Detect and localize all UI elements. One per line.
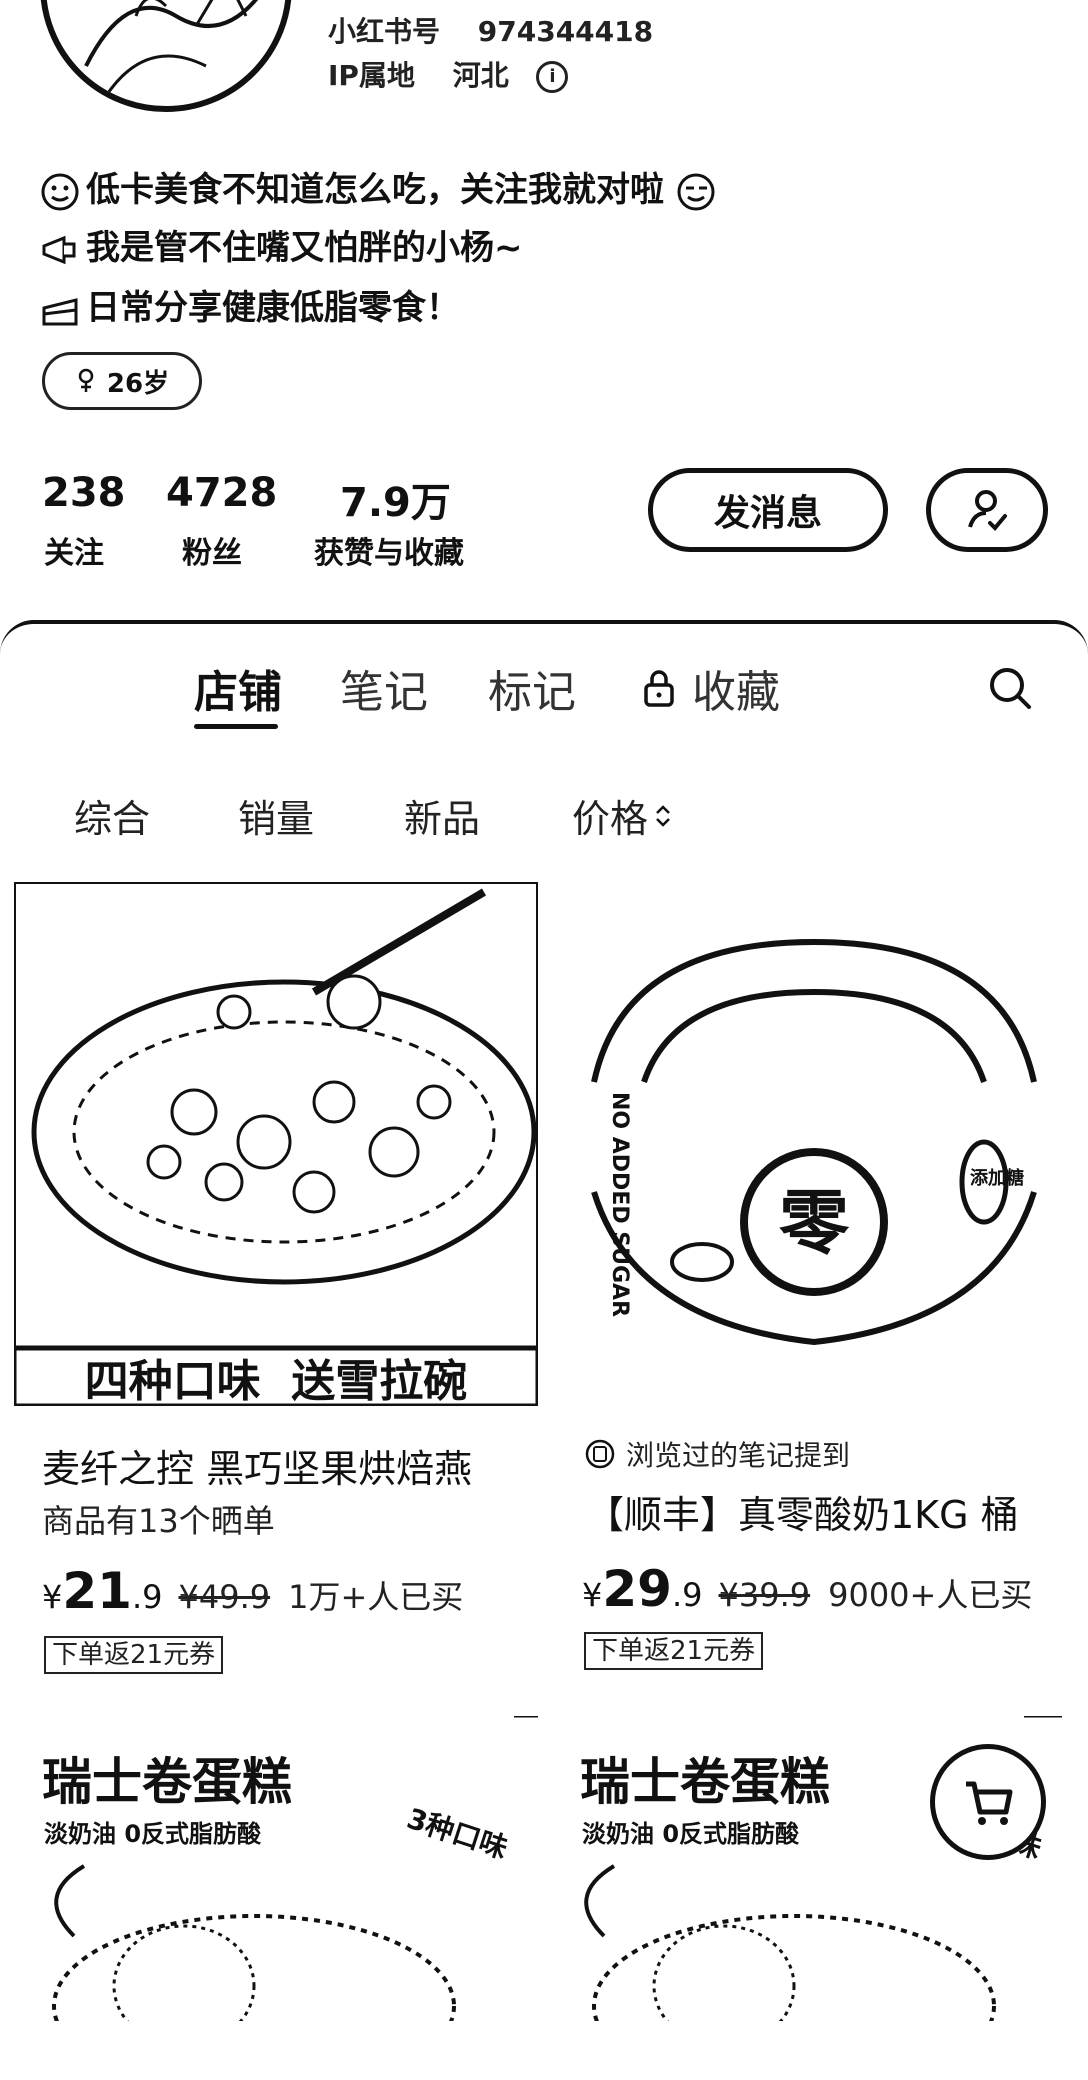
product-image-1[interactable]: 四种口味 送雪拉碗 bbox=[14, 882, 538, 1406]
coupon-badge-2: 下单返21元券 bbox=[584, 1632, 764, 1670]
product-title-1[interactable]: 麦纤之控 黑巧坚果烘焙燕 bbox=[42, 1438, 472, 1493]
stat-followers-label[interactable]: 粉丝 bbox=[182, 528, 242, 572]
stat-likes-label[interactable]: 获赞与收藏 bbox=[314, 528, 464, 572]
info-icon[interactable]: i bbox=[536, 61, 569, 93]
age-tag: 26岁 bbox=[42, 352, 202, 410]
svg-text:零: 零 bbox=[779, 1182, 850, 1264]
product-reviews-1: 商品有13个晒单 bbox=[42, 1502, 275, 1540]
product-image-2[interactable]: 零 NO ADDED SUGAR 添加糖 bbox=[564, 882, 1074, 1406]
gender-icon bbox=[78, 368, 94, 392]
smile-emoji-icon bbox=[41, 173, 79, 210]
sort-comprehensive[interactable]: 综合 bbox=[74, 788, 150, 843]
add-to-cart-button[interactable] bbox=[930, 1744, 1046, 1860]
avatar[interactable] bbox=[40, 0, 292, 112]
product-image-3-sub: 淡奶油 0反式脂肪酸 bbox=[44, 1820, 262, 1848]
follow-button[interactable] bbox=[926, 468, 1048, 552]
bio-line-3: 日常分享健康低脂零食！ bbox=[40, 280, 460, 330]
product-image-3-title: 瑞士卷蛋糕 bbox=[42, 1753, 292, 1811]
note-mention-icon bbox=[585, 1439, 615, 1469]
stat-likes-count[interactable]: 7.9万 bbox=[340, 470, 451, 528]
tab-notes[interactable]: 笔记 bbox=[340, 656, 428, 720]
no-added-sugar-label: NO ADDED SUGAR bbox=[607, 1092, 632, 1318]
avatar-sketch bbox=[84, 0, 258, 97]
active-tab-indicator bbox=[194, 724, 278, 729]
yogurt-tub-illustration: 零 bbox=[591, 938, 1037, 1346]
cart-icon bbox=[966, 1781, 1013, 1825]
megaphone-icon bbox=[42, 235, 76, 264]
tab-favorites[interactable]: 收藏 bbox=[642, 656, 780, 720]
bio-line-1: 低卡美食不知道怎么吃，关注我就对啦 bbox=[40, 162, 722, 212]
user-check-icon bbox=[968, 490, 1007, 531]
stat-following-count[interactable]: 238 bbox=[42, 470, 126, 516]
product-image-3[interactable]: 瑞士卷蛋糕 淡奶油 0反式脂肪酸 3种口味 bbox=[14, 1716, 538, 2021]
cake-icon bbox=[42, 297, 78, 325]
coupon-badge-1: 下单返21元券 bbox=[44, 1636, 224, 1674]
ip-value: 河北 bbox=[452, 59, 509, 92]
product-price-2: ¥29.9 ¥39.9 9000+人已买 bbox=[582, 1560, 1033, 1618]
profile-id: 小红书号 974344418 bbox=[328, 10, 681, 50]
search-icon[interactable] bbox=[986, 664, 1034, 716]
zero-sugar-label: 添加糖 bbox=[970, 1168, 1024, 1189]
sort-new[interactable]: 新品 bbox=[404, 788, 480, 843]
lock-icon bbox=[644, 670, 674, 707]
profile-ip: IP属地 河北 i bbox=[328, 54, 596, 94]
product-mention-2: 浏览过的笔记提到 bbox=[584, 1434, 850, 1474]
wink-emoji-icon bbox=[677, 173, 715, 210]
ip-label: IP属地 bbox=[328, 59, 415, 92]
sort-sales[interactable]: 销量 bbox=[238, 788, 314, 843]
product-image-4-title: 瑞士卷蛋糕 bbox=[580, 1753, 830, 1811]
stat-followers-count[interactable]: 4728 bbox=[166, 470, 277, 516]
tab-marks[interactable]: 标记 bbox=[488, 656, 576, 720]
id-label: 小红书号 bbox=[328, 15, 441, 48]
id-value[interactable]: 974344418 bbox=[478, 15, 653, 48]
product-image-1-caption: 四种口味 送雪拉碗 bbox=[84, 1356, 468, 1406]
send-message-button[interactable]: 发消息 bbox=[648, 468, 888, 552]
product-title-2[interactable]: 【顺丰】真零酸奶1KG 桶 bbox=[586, 1484, 1019, 1539]
sort-arrows-icon bbox=[656, 804, 670, 827]
granola-bowl-illustration bbox=[14, 882, 538, 1406]
stat-following-label[interactable]: 关注 bbox=[44, 528, 104, 572]
tab-shop[interactable]: 店铺 bbox=[194, 656, 282, 720]
bio-line-2: 我是管不住嘴又怕胖的小杨~ bbox=[40, 220, 523, 270]
product-image-4-sub: 淡奶油 0反式脂肪酸 bbox=[582, 1820, 800, 1848]
product-price-1: ¥21.9 ¥49.9 1万+人已买 bbox=[42, 1562, 464, 1620]
sort-price[interactable]: 价格 bbox=[572, 788, 672, 843]
